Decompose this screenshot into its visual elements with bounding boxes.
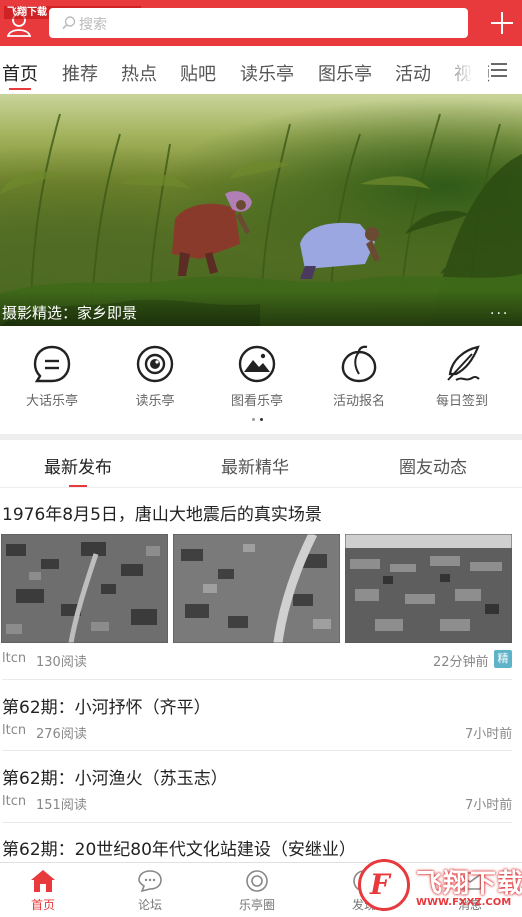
article-author: ltcn xyxy=(2,651,27,666)
tab-forum[interactable]: 贴吧 xyxy=(180,60,216,86)
app-header: 飞翔下载 www.FXXZ.com 搜索 xyxy=(0,0,522,46)
list-divider xyxy=(2,679,512,680)
menu-icon[interactable] xyxy=(491,62,507,78)
bottom-tab-home[interactable]: 首页 xyxy=(3,869,83,913)
quick-item-photo[interactable]: 图看乐亭 xyxy=(205,344,309,409)
search-placeholder: 搜索 xyxy=(79,17,107,33)
channel-nav: 首页 推荐 热点 贴吧 读乐亭 图乐亭 活动 视频 xyxy=(0,46,522,94)
nav-fade xyxy=(440,46,488,94)
quick-label: 读乐亭 xyxy=(135,394,175,409)
watermark-text: 飞翔下载 xyxy=(416,869,522,899)
article-time: 7小时前 xyxy=(465,727,513,742)
peach-icon xyxy=(341,345,377,383)
bottom-tab-label: 论坛 xyxy=(137,898,162,912)
quick-label: 活动报名 xyxy=(332,394,385,409)
watermark-badge: F xyxy=(358,859,410,911)
article-time: 7小时前 xyxy=(465,798,513,813)
tab-friends[interactable]: 圈友动态 xyxy=(399,453,467,478)
search-icon xyxy=(62,16,76,30)
article-reads: 276阅读 xyxy=(36,727,87,742)
mountain-image-icon xyxy=(238,345,276,383)
bottom-tab-label: 乐亭圈 xyxy=(238,898,275,912)
forum-bubble-icon xyxy=(138,870,162,893)
ruins-photo xyxy=(173,534,340,643)
tab-photo-leting[interactable]: 图乐亭 xyxy=(318,60,372,86)
quick-item-checkin[interactable]: 每日签到 xyxy=(410,344,514,409)
feather-quill-icon xyxy=(447,345,480,381)
article-author: ltcn xyxy=(2,723,27,738)
search-input[interactable]: 搜索 xyxy=(49,8,468,38)
tab-latest[interactable]: 最新发布 xyxy=(44,453,112,478)
tab-hot[interactable]: 热点 xyxy=(121,60,157,86)
content-tab-underline xyxy=(69,485,87,487)
circle-target-icon xyxy=(246,870,268,892)
article-thumbnail[interactable] xyxy=(173,534,340,643)
banner-page-dots: ... xyxy=(490,302,510,318)
quick-label: 图看乐亭 xyxy=(230,394,283,409)
article-thumbnail[interactable] xyxy=(1,534,168,643)
ruins-photo xyxy=(345,534,512,643)
ruins-photo xyxy=(1,534,168,643)
list-divider xyxy=(2,750,512,751)
tab-essence[interactable]: 最新精华 xyxy=(221,453,289,478)
watermark-url: WWW.FXXZ.COM xyxy=(416,897,512,908)
page-dot xyxy=(252,418,255,421)
banner-carousel[interactable]: 摄影精选：家乡即景 ... xyxy=(0,94,522,326)
home-icon xyxy=(31,870,55,892)
page-dot-active xyxy=(260,418,263,421)
article-author: ltcn xyxy=(2,794,27,809)
bottom-tab-circle[interactable]: 乐亭圈 xyxy=(217,869,297,913)
quick-item-talk[interactable]: 大话乐亭 xyxy=(0,344,104,409)
quick-page-dots xyxy=(250,418,272,424)
quick-item-activity[interactable]: 活动报名 xyxy=(307,344,411,409)
tab-recommend[interactable]: 推荐 xyxy=(62,60,98,86)
watermark-letter: F xyxy=(370,868,390,901)
article-thumbnail[interactable] xyxy=(345,534,512,643)
tab-activity[interactable]: 活动 xyxy=(395,60,431,86)
chat-bubble-icon xyxy=(33,345,71,383)
quick-entry-grid: 大话乐亭 读乐亭 图看乐亭 活动报名 每日签到 xyxy=(0,326,522,434)
tab-read-leting[interactable]: 读乐亭 xyxy=(240,60,294,86)
list-divider xyxy=(2,822,512,823)
article-title[interactable]: 第62期：小河渔火（苏玉志） xyxy=(2,764,228,789)
content-tabs: 最新发布 最新精华 圈友动态 xyxy=(0,440,522,488)
nav-active-underline xyxy=(9,88,31,90)
article-title[interactable]: 第62期：小河抒怀（齐平） xyxy=(2,693,211,718)
article-reads: 130阅读 xyxy=(36,655,87,670)
bottom-tab-forum[interactable]: 论坛 xyxy=(110,869,190,913)
quick-label: 每日签到 xyxy=(435,394,488,409)
quick-label: 大话乐亭 xyxy=(25,394,78,409)
add-plus-icon[interactable] xyxy=(489,10,515,36)
article-time: 22分钟前 xyxy=(433,655,489,670)
article-title[interactable]: 1976年8月5日，唐山大地震后的真实场景 xyxy=(2,500,322,525)
article-reads: 151阅读 xyxy=(36,798,87,813)
watermark-logo: F 飞翔下载 WWW.FXXZ.COM xyxy=(358,855,522,917)
eye-icon xyxy=(136,345,174,383)
banner-caption: 摄影精选：家乡即景 xyxy=(2,304,138,322)
bottom-tab-label: 首页 xyxy=(30,898,55,912)
quick-item-read[interactable]: 读乐亭 xyxy=(103,344,207,409)
tab-home[interactable]: 首页 xyxy=(2,60,38,86)
essence-badge: 精 xyxy=(494,650,512,668)
article-title[interactable]: 第62期：20世纪80年代文化站建设（安继业） xyxy=(2,835,356,860)
